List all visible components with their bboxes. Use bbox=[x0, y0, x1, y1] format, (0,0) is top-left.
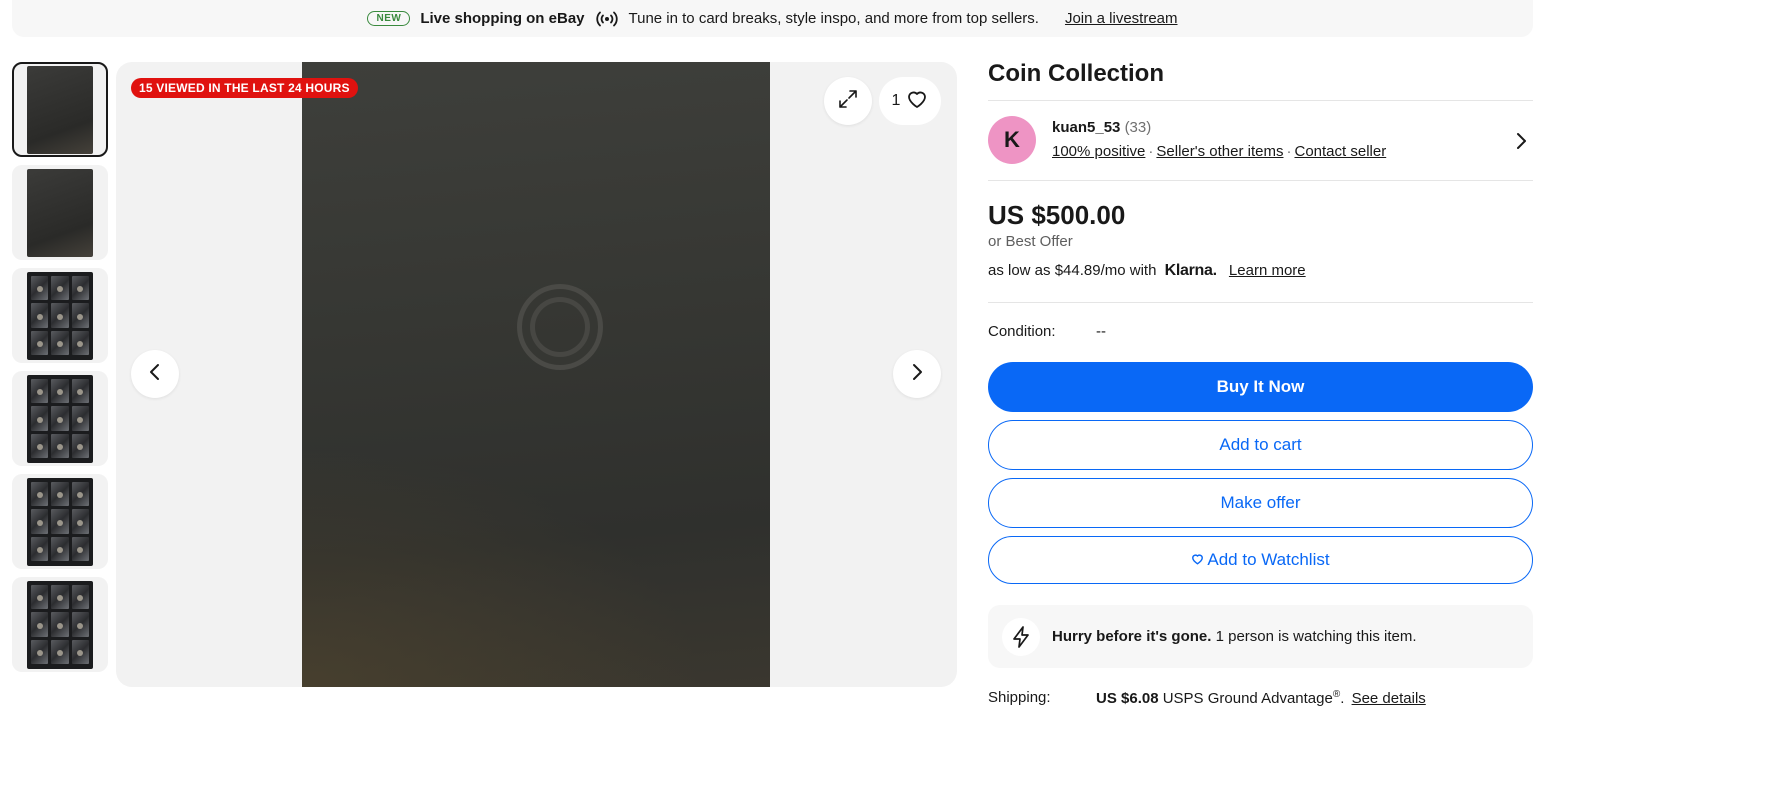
item-title: Coin Collection bbox=[988, 60, 1164, 87]
klarna-text: as low as $44.89/mo with bbox=[988, 262, 1157, 279]
previous-image-button[interactable] bbox=[131, 350, 179, 398]
watch-count: 1 bbox=[891, 92, 901, 109]
chevron-right-icon bbox=[911, 362, 923, 387]
thumbnail-5[interactable] bbox=[12, 474, 108, 569]
buy-it-now-button[interactable]: Buy It Now bbox=[988, 362, 1533, 412]
binder-logo bbox=[517, 284, 603, 370]
seller-card[interactable]: K kuan5_53 (33) 100% positive · Seller's o… bbox=[988, 116, 1533, 166]
contact-seller-link[interactable]: Contact seller bbox=[1294, 143, 1386, 160]
shipping-see-details-link[interactable]: See details bbox=[1352, 690, 1426, 707]
lightning-icon bbox=[1002, 617, 1040, 656]
main-image-stage: 15 VIEWED IN THE LAST 24 HOURS 1 bbox=[116, 62, 957, 687]
thumbnail-1[interactable] bbox=[12, 62, 108, 157]
live-shopping-banner: NEW Live shopping on eBay Tune in to car… bbox=[12, 0, 1533, 37]
shipping-value: US $6.08 USPS Ground Advantage®. See det… bbox=[1096, 689, 1426, 707]
klarna-financing: as low as $44.89/mo with Klarna. Learn m… bbox=[988, 262, 1306, 280]
watch-heart-button[interactable]: 1 bbox=[879, 77, 941, 125]
urgency-text: Hurry before it's gone. 1 person is watc… bbox=[1052, 628, 1417, 645]
add-to-watchlist-button[interactable]: Add to Watchlist bbox=[988, 536, 1533, 584]
thumbnail-4[interactable] bbox=[12, 371, 108, 466]
thumbnail-image bbox=[27, 580, 93, 669]
thumbnail-2[interactable] bbox=[12, 165, 108, 260]
thumbnail-strip bbox=[12, 62, 108, 680]
shipping-service: USPS Ground Advantage bbox=[1162, 690, 1333, 707]
banner-heading: Live shopping on eBay bbox=[420, 10, 585, 27]
shipping-label: Shipping: bbox=[988, 689, 1051, 706]
condition-value: -- bbox=[1096, 323, 1106, 340]
add-to-watchlist-label: Add to Watchlist bbox=[1207, 550, 1330, 569]
thumbnail-3[interactable] bbox=[12, 268, 108, 363]
divider bbox=[988, 100, 1533, 101]
broadcast-icon bbox=[595, 9, 619, 29]
shipping-price: US $6.08 bbox=[1096, 690, 1159, 707]
item-price: US $500.00 bbox=[988, 200, 1126, 230]
thumbnail-image bbox=[27, 65, 93, 154]
condition-label: Condition: bbox=[988, 323, 1056, 340]
thumbnail-image bbox=[27, 271, 93, 360]
views-badge: 15 VIEWED IN THE LAST 24 HOURS bbox=[131, 78, 358, 98]
chevron-left-icon bbox=[149, 362, 161, 387]
chevron-right-icon[interactable] bbox=[1515, 131, 1527, 156]
urgency-banner: Hurry before it's gone. 1 person is watc… bbox=[988, 605, 1533, 668]
klarna-logo: Klarna. bbox=[1164, 262, 1217, 279]
heart-icon bbox=[1191, 550, 1204, 570]
thumbnail-image bbox=[27, 168, 93, 257]
divider bbox=[988, 302, 1533, 303]
seller-avatar: K bbox=[988, 116, 1036, 164]
expand-icon bbox=[837, 88, 859, 115]
seller-name-row: kuan5_53 (33) bbox=[1052, 119, 1151, 136]
trademark-mark: ® bbox=[1332, 689, 1341, 700]
seller-other-items-link[interactable]: Seller's other items bbox=[1156, 143, 1283, 160]
thumbnail-6[interactable] bbox=[12, 577, 108, 672]
best-offer-text: or Best Offer bbox=[988, 233, 1073, 250]
thumbnail-image bbox=[27, 477, 93, 566]
seller-links: 100% positive · Seller's other items · Conta… bbox=[1052, 143, 1387, 160]
join-livestream-link[interactable]: Join a livestream bbox=[1065, 10, 1178, 27]
thumbnail-image bbox=[27, 374, 93, 463]
seller-feedback-count: (33) bbox=[1124, 119, 1152, 136]
banner-text: Tune in to card breaks, style inspo, and… bbox=[628, 10, 1039, 27]
urgency-heading: Hurry before it's gone. bbox=[1052, 628, 1212, 645]
main-product-image[interactable] bbox=[302, 62, 770, 687]
positive-feedback-link[interactable]: 100% positive bbox=[1052, 143, 1145, 160]
add-to-cart-button[interactable]: Add to cart bbox=[988, 420, 1533, 470]
make-offer-button[interactable]: Make offer bbox=[988, 478, 1533, 528]
urgency-detail: 1 person is watching this item. bbox=[1215, 628, 1417, 645]
klarna-learn-more-link[interactable]: Learn more bbox=[1229, 262, 1306, 279]
new-badge: NEW bbox=[367, 11, 411, 26]
expand-image-button[interactable] bbox=[824, 77, 872, 125]
heart-icon bbox=[906, 89, 928, 114]
seller-username[interactable]: kuan5_53 bbox=[1052, 119, 1120, 136]
divider bbox=[988, 180, 1533, 181]
next-image-button[interactable] bbox=[893, 350, 941, 398]
